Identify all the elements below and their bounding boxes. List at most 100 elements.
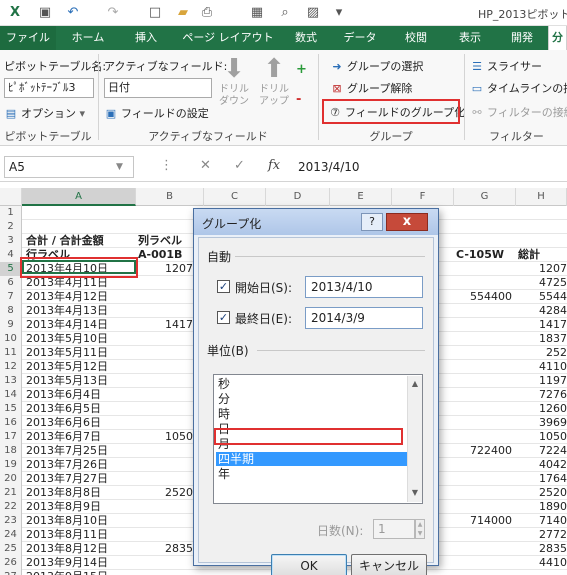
days-input[interactable]: 1 [373,519,415,539]
slicer-button[interactable]: ☰ スライサー [470,58,542,74]
options-button[interactable]: ▤ オプション ▾ [4,105,85,121]
row-header[interactable]: 21 [0,486,22,500]
cell-g[interactable] [454,206,516,220]
cell-g[interactable] [454,262,516,276]
tab-formulas[interactable]: 数式 [282,26,330,50]
cell-h[interactable]: 2835 [516,542,567,556]
tab-home[interactable]: ホーム [60,26,116,50]
tab-analyze[interactable]: 分 [548,26,567,50]
cell-a[interactable]: 2013年6月4日 [26,388,136,402]
cell-a[interactable]: 2013年4月12日 [26,290,136,304]
dialog-title-bar[interactable]: グループ化 ? x [194,209,438,235]
cell-h[interactable] [516,220,567,234]
start-date-checkbox[interactable]: ✓ [217,280,230,293]
row-header[interactable]: 10 [0,332,22,346]
group-selection-button[interactable]: ➜ グループの選択 [330,58,423,74]
cell-a[interactable]: 2013年6月6日 [26,416,136,430]
tab-review[interactable]: 校閲 [390,26,442,50]
listbox-scrollbar[interactable]: ▲ ▼ [407,376,422,502]
cell-g[interactable]: 554400 [454,290,516,304]
tab-view[interactable]: 表示 [446,26,494,50]
row-header[interactable]: 8 [0,304,22,318]
cell-g[interactable] [454,276,516,290]
cell-h[interactable]: 総計 [516,248,567,262]
days-spinner-icon[interactable]: ▲ ▼ [415,519,425,539]
cell-g[interactable] [454,472,516,486]
cell-h[interactable]: 2520 [516,486,567,500]
cell-h[interactable]: 1837 [516,332,567,346]
row-header[interactable]: 26 [0,556,22,570]
cell-h[interactable]: 4725 [516,276,567,290]
cell-h[interactable]: 1417 [516,318,567,332]
cell-a[interactable]: 2013年8月8日 [26,486,136,500]
row-header[interactable]: 24 [0,528,22,542]
cell-a[interactable]: 2013年6月7日 [26,430,136,444]
cell-a[interactable]: 2013年7月26日 [26,458,136,472]
cell-g[interactable] [454,542,516,556]
filter-connection-button[interactable]: ⚯ フィルターの接続 [470,104,567,120]
cell-g[interactable] [454,318,516,332]
timeline-button[interactable]: ▭ タイムラインの挿 [470,80,567,96]
quick-print-icon[interactable]: ⎙ [198,4,216,22]
row-header[interactable]: 14 [0,388,22,402]
name-box[interactable]: A5 [4,156,134,178]
cell-g[interactable] [454,346,516,360]
cell-a[interactable]: 2013年7月25日 [26,444,136,458]
row-header[interactable]: 1 [0,206,22,220]
cell-h[interactable]: 3969 [516,416,567,430]
cell-a[interactable] [26,220,136,234]
cell-h[interactable] [516,234,567,248]
cell-h[interactable]: 1197 [516,374,567,388]
cancel-icon[interactable]: ✕ [200,158,211,173]
cell-g[interactable] [454,304,516,318]
cell-h[interactable]: 1260 [516,402,567,416]
active-field-input[interactable]: 日付 [104,78,212,98]
undo-icon[interactable]: ↶ [64,4,82,22]
cell-h[interactable]: 7140 [516,514,567,528]
row-header[interactable]: 16 [0,416,22,430]
cell-g[interactable] [454,556,516,570]
insert-function-icon[interactable]: fx [268,158,280,173]
cell-h[interactable]: 1207 [516,262,567,276]
unit-option-hour[interactable]: 時 [216,407,408,421]
tab-developer[interactable]: 開発 [498,26,546,50]
row-header[interactable]: 20 [0,472,22,486]
help-button[interactable]: ? [361,213,383,231]
name-box-dropdown-icon[interactable]: ▼ [116,162,123,172]
cell-a[interactable]: 2013年5月12日 [26,360,136,374]
cell-h[interactable]: 4042 [516,458,567,472]
scroll-down-icon[interactable]: ▼ [410,488,420,497]
column-header-f[interactable]: F [392,188,454,206]
cell-g[interactable] [454,486,516,500]
cell-a[interactable]: 合計 / 合計金額 [26,234,136,248]
cell-g[interactable] [454,528,516,542]
cell-g[interactable] [454,402,516,416]
cell-a[interactable]: 2013年4月11日 [26,276,136,290]
row-header[interactable]: 7 [0,290,22,304]
end-date-input[interactable]: 2014/3/9 [305,307,423,329]
cell-a[interactable]: 2013年6月5日 [26,402,136,416]
new-file-icon[interactable]: □ [146,4,164,22]
cell-h[interactable]: 1050 [516,430,567,444]
cell-h[interactable]: 7276 [516,388,567,402]
cell-a[interactable]: 2013年8月9日 [26,500,136,514]
cell-a[interactable]: 2013年9月15日 [26,570,136,575]
unit-option-year[interactable]: 年 [216,467,408,481]
cell-a[interactable]: 2013年5月13日 [26,374,136,388]
row-header[interactable]: 3 [0,234,22,248]
print-preview-icon[interactable]: ⌕ [276,4,294,22]
row-header[interactable]: 9 [0,318,22,332]
column-header-b[interactable]: B [136,188,204,206]
cell-g[interactable] [454,374,516,388]
ungroup-button[interactable]: ⊠ グループ解除 [330,80,412,96]
row-header[interactable]: 12 [0,360,22,374]
cancel-button[interactable]: キャンセル [351,554,427,575]
cell-a[interactable]: 2013年8月10日 [26,514,136,528]
cell-h[interactable]: 4284 [516,304,567,318]
tab-data[interactable]: データ [334,26,386,50]
unit-option-minute[interactable]: 分 [216,392,408,406]
expand-field-icon[interactable]: + [296,62,307,77]
row-header[interactable]: 19 [0,458,22,472]
cell-a[interactable]: 2013年8月12日 [26,542,136,556]
cell-h[interactable]: 5544 [516,290,567,304]
